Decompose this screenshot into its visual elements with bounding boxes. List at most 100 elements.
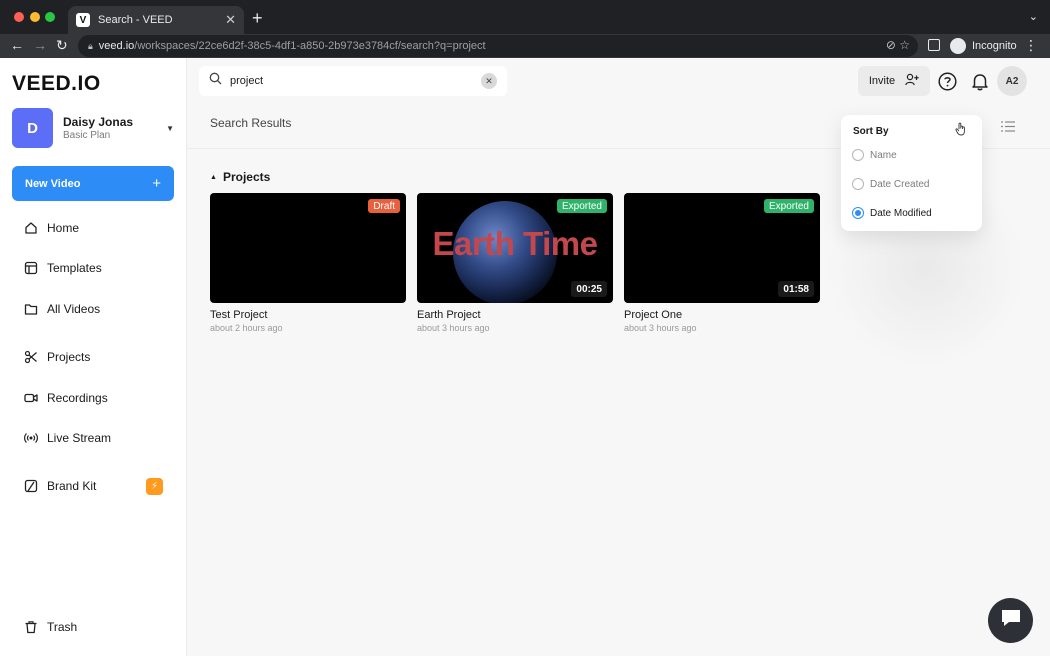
incognito-profile-button[interactable]: Incognito (950, 38, 1017, 54)
help-icon[interactable] (938, 72, 957, 96)
sidebar-item-label: Projects (47, 350, 91, 364)
tab-close-icon[interactable]: ✕ (225, 12, 236, 28)
thumbnail-text: Earth Time (432, 225, 598, 262)
clear-search-icon[interactable]: ✕ (481, 73, 497, 89)
card-title: Earth Project (417, 309, 481, 321)
veed-favicon-icon: V (76, 13, 90, 27)
back-arrow-icon[interactable]: ← (10, 37, 24, 53)
status-badge: Exported (556, 199, 607, 213)
duration-badge: 01:58 (778, 281, 814, 297)
home-icon (24, 221, 38, 235)
templates-icon (24, 261, 38, 275)
page-title: Search Results (210, 116, 292, 130)
veed-logo[interactable]: VEED.IO (12, 72, 101, 96)
address-bar[interactable]: 🔒︎ veed.io /workspaces/22ce6d2f-38c5-4df… (78, 35, 918, 57)
account-avatar[interactable]: A2 (997, 66, 1027, 96)
chevron-down-icon: ▼ (166, 123, 174, 133)
sidebar-item-label: Recordings (47, 391, 108, 405)
sidebar-item-label: Trash (47, 620, 78, 634)
sort-option-date-created[interactable]: Date Created (852, 178, 929, 190)
browser-tab-bar: V Search - VEED ✕ + ⌄ (0, 0, 1050, 34)
window-close-button[interactable] (14, 12, 24, 22)
tab-search-chevron-icon[interactable]: ⌄ (1029, 10, 1038, 23)
card-time: about 3 hours ago (624, 323, 697, 333)
list-view-icon[interactable] (1001, 119, 1015, 137)
browser-menu-icon[interactable]: ⋮ (1024, 37, 1038, 54)
browser-toolbar: ← → ↻ 🔒︎ veed.io /workspaces/22ce6d2f-38… (0, 34, 1050, 58)
reload-icon[interactable]: ↻ (56, 37, 68, 54)
search-input[interactable]: project ✕ (199, 66, 507, 96)
sort-option-name[interactable]: Name (852, 149, 897, 161)
folder-icon (24, 302, 38, 316)
forward-arrow-icon[interactable]: → (33, 37, 47, 53)
url-host: veed.io (98, 40, 135, 52)
radio-button[interactable] (852, 178, 864, 190)
project-card-project-one[interactable]: Exported 01:58 Project One about 3 hours… (624, 193, 820, 333)
scissors-icon (24, 350, 38, 364)
url-path: /workspaces/22ce6d2f-38c5-4df1-a850-2b97… (134, 40, 486, 52)
new-tab-plus-icon[interactable]: + (252, 8, 263, 29)
projects-group-toggle[interactable]: ▲ Projects (210, 170, 270, 184)
profile-label: Incognito (972, 40, 1017, 52)
card-time: about 3 hours ago (417, 323, 490, 333)
lock-icon: 🔒︎ (88, 40, 93, 51)
thumbnail[interactable]: Exported 01:58 (624, 193, 820, 303)
card-title: Project One (624, 309, 683, 321)
radio-button-selected[interactable] (852, 207, 864, 219)
project-card-earth-project[interactable]: Earth Time Exported 00:25 Earth Project … (417, 193, 613, 333)
incognito-icon (950, 38, 966, 54)
radio-button[interactable] (852, 149, 864, 161)
project-card-test-project[interactable]: Draft Test Project about 2 hours ago (210, 193, 406, 333)
bell-icon[interactable] (971, 72, 989, 96)
veed-app: VEED.IO D Daisy Jonas Basic Plan ▼ New V… (0, 58, 1050, 656)
sidebar-item-home[interactable]: Home (24, 218, 174, 238)
sidebar-item-trash[interactable]: Trash (24, 617, 174, 637)
chat-bubble-icon (1001, 609, 1021, 632)
eye-slash-and-star-icon[interactable]: ⊘ ☆ (886, 38, 910, 52)
user-switcher[interactable]: D Daisy Jonas Basic Plan ▼ (12, 108, 174, 148)
invite-label: Invite (868, 75, 896, 87)
sidebar-item-live-stream[interactable]: Live Stream (24, 428, 174, 448)
trash-icon (24, 620, 38, 634)
sidebar-item-templates[interactable]: Templates (24, 258, 174, 278)
sidebar-item-recordings[interactable]: Recordings (24, 388, 174, 408)
sort-option-label: Date Modified (870, 207, 932, 219)
thumbnail[interactable]: Draft (210, 193, 406, 303)
hand-cursor-icon (955, 122, 967, 141)
caret-up-icon: ▲ (210, 173, 217, 181)
new-video-button[interactable]: New Video + (12, 166, 174, 201)
brand-kit-icon (24, 479, 38, 493)
video-camera-icon (24, 391, 38, 405)
side-panel-icon[interactable] (928, 39, 940, 51)
avatar: D (12, 108, 53, 148)
user-info: Daisy Jonas Basic Plan (63, 115, 166, 141)
sort-option-label: Name (870, 149, 897, 161)
search-value[interactable]: project (230, 75, 481, 87)
window-minimize-button[interactable] (30, 12, 40, 22)
group-title: Projects (222, 170, 271, 184)
sidebar-item-projects[interactable]: Projects (24, 347, 174, 367)
duration-badge: 00:25 (571, 281, 607, 297)
sidebar-item-label: Home (47, 221, 80, 235)
card-title: Test Project (210, 309, 268, 321)
browser-tab[interactable]: V Search - VEED ✕ (68, 6, 244, 34)
sidebar-item-label: All Videos (47, 302, 101, 316)
status-badge: Exported (763, 199, 814, 213)
tab-title: Search - VEED (98, 14, 173, 26)
sidebar-item-label: Brand Kit (47, 479, 97, 493)
sidebar-item-brand-kit[interactable]: Brand Kit ⚡︎ (24, 476, 174, 496)
plus-icon: + (152, 175, 161, 192)
sidebar: VEED.IO D Daisy Jonas Basic Plan ▼ New V… (0, 58, 187, 656)
user-plan: Basic Plan (63, 130, 111, 141)
new-video-label: New Video (25, 177, 81, 190)
search-icon (209, 72, 222, 90)
sort-option-date-modified[interactable]: Date Modified (852, 207, 932, 219)
sidebar-item-label: Templates (47, 261, 102, 275)
chat-support-button[interactable] (988, 598, 1033, 643)
window-zoom-button[interactable] (45, 12, 55, 22)
sidebar-item-all-videos[interactable]: All Videos (24, 299, 174, 319)
invite-button[interactable]: Invite (858, 66, 930, 96)
add-user-icon (905, 73, 919, 89)
thumbnail[interactable]: Earth Time Exported 00:25 (417, 193, 613, 303)
sidebar-item-label: Live Stream (47, 431, 112, 445)
